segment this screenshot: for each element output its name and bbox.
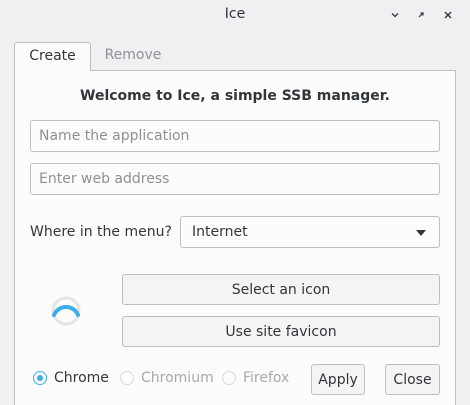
ice-window: Ice Create Remove Welcome to Ice, a simp… [0, 0, 470, 405]
web-address-input[interactable] [30, 163, 440, 195]
radio-unchecked-icon [222, 371, 236, 385]
menu-category-select[interactable]: Internet [180, 216, 440, 248]
title-bar[interactable]: Ice [0, 0, 470, 30]
maximize-icon[interactable] [413, 7, 429, 23]
tab-create[interactable]: Create [14, 42, 91, 71]
use-favicon-button[interactable]: Use site favicon [122, 316, 440, 347]
radio-checked-icon [33, 371, 47, 385]
browser-radio-chromium[interactable]: Chromium [120, 370, 214, 386]
browser-radio-firefox[interactable]: Firefox [222, 370, 289, 386]
menu-category-value: Internet [192, 224, 248, 240]
menu-location-label: Where in the menu? [30, 224, 172, 240]
close-button[interactable]: Close [385, 364, 440, 395]
welcome-heading: Welcome to Ice, a simple SSB manager. [80, 88, 390, 104]
close-window-icon[interactable] [440, 7, 456, 23]
apply-button[interactable]: Apply [311, 364, 365, 395]
loading-spinner-icon [50, 295, 82, 327]
minimize-icon[interactable] [387, 7, 403, 23]
browser-radio-chrome[interactable]: Chrome [33, 370, 109, 386]
radio-unchecked-icon [120, 371, 134, 385]
chevron-down-icon [416, 230, 426, 236]
browser-label: Firefox [243, 370, 290, 386]
tab-remove[interactable]: Remove [91, 42, 175, 71]
browser-label: Chromium [141, 370, 214, 386]
select-icon-button[interactable]: Select an icon [122, 274, 440, 305]
browser-label: Chrome [54, 370, 109, 386]
app-name-input[interactable] [30, 120, 440, 152]
